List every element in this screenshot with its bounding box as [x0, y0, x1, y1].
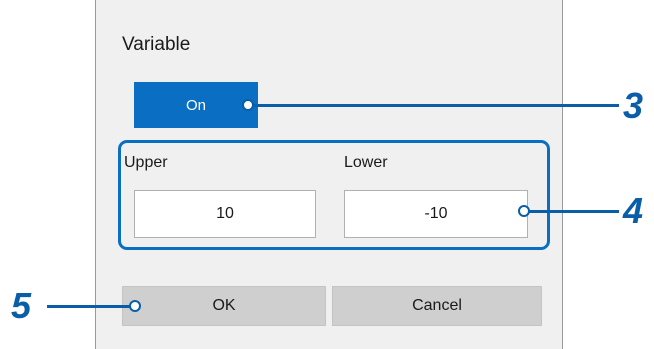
lower-value: -10	[424, 205, 448, 222]
manual-figure: Variable On Upper Lower 10 -10 OK Cancel…	[0, 0, 654, 349]
ok-button[interactable]: OK	[122, 286, 326, 326]
callout-3-number: 3	[623, 85, 644, 126]
variable-toggle-button[interactable]: On	[134, 82, 258, 128]
lower-label: Lower	[344, 154, 388, 171]
cancel-button[interactable]: Cancel	[332, 286, 542, 326]
upper-value: 10	[216, 205, 234, 222]
cancel-label: Cancel	[412, 297, 462, 314]
callout-4-leader-line	[527, 210, 619, 213]
toggle-label: On	[185, 96, 206, 114]
upper-label: Upper	[124, 154, 168, 171]
callout-3-dot	[242, 99, 254, 111]
variable-dialog: Variable On Upper Lower 10 -10 OK Cancel	[95, 0, 563, 349]
callout-4-dot	[518, 205, 530, 217]
callout-4-number: 4	[623, 190, 644, 231]
callout-5-number: 5	[11, 285, 32, 326]
callout-5-leader-line	[47, 305, 135, 308]
callout-5-dot	[129, 300, 141, 312]
upper-input[interactable]: 10	[134, 190, 316, 238]
lower-input[interactable]: -10	[344, 190, 528, 238]
callout-3-leader-line	[251, 104, 619, 107]
ok-label: OK	[212, 297, 236, 314]
dialog-title: Variable	[122, 34, 191, 55]
